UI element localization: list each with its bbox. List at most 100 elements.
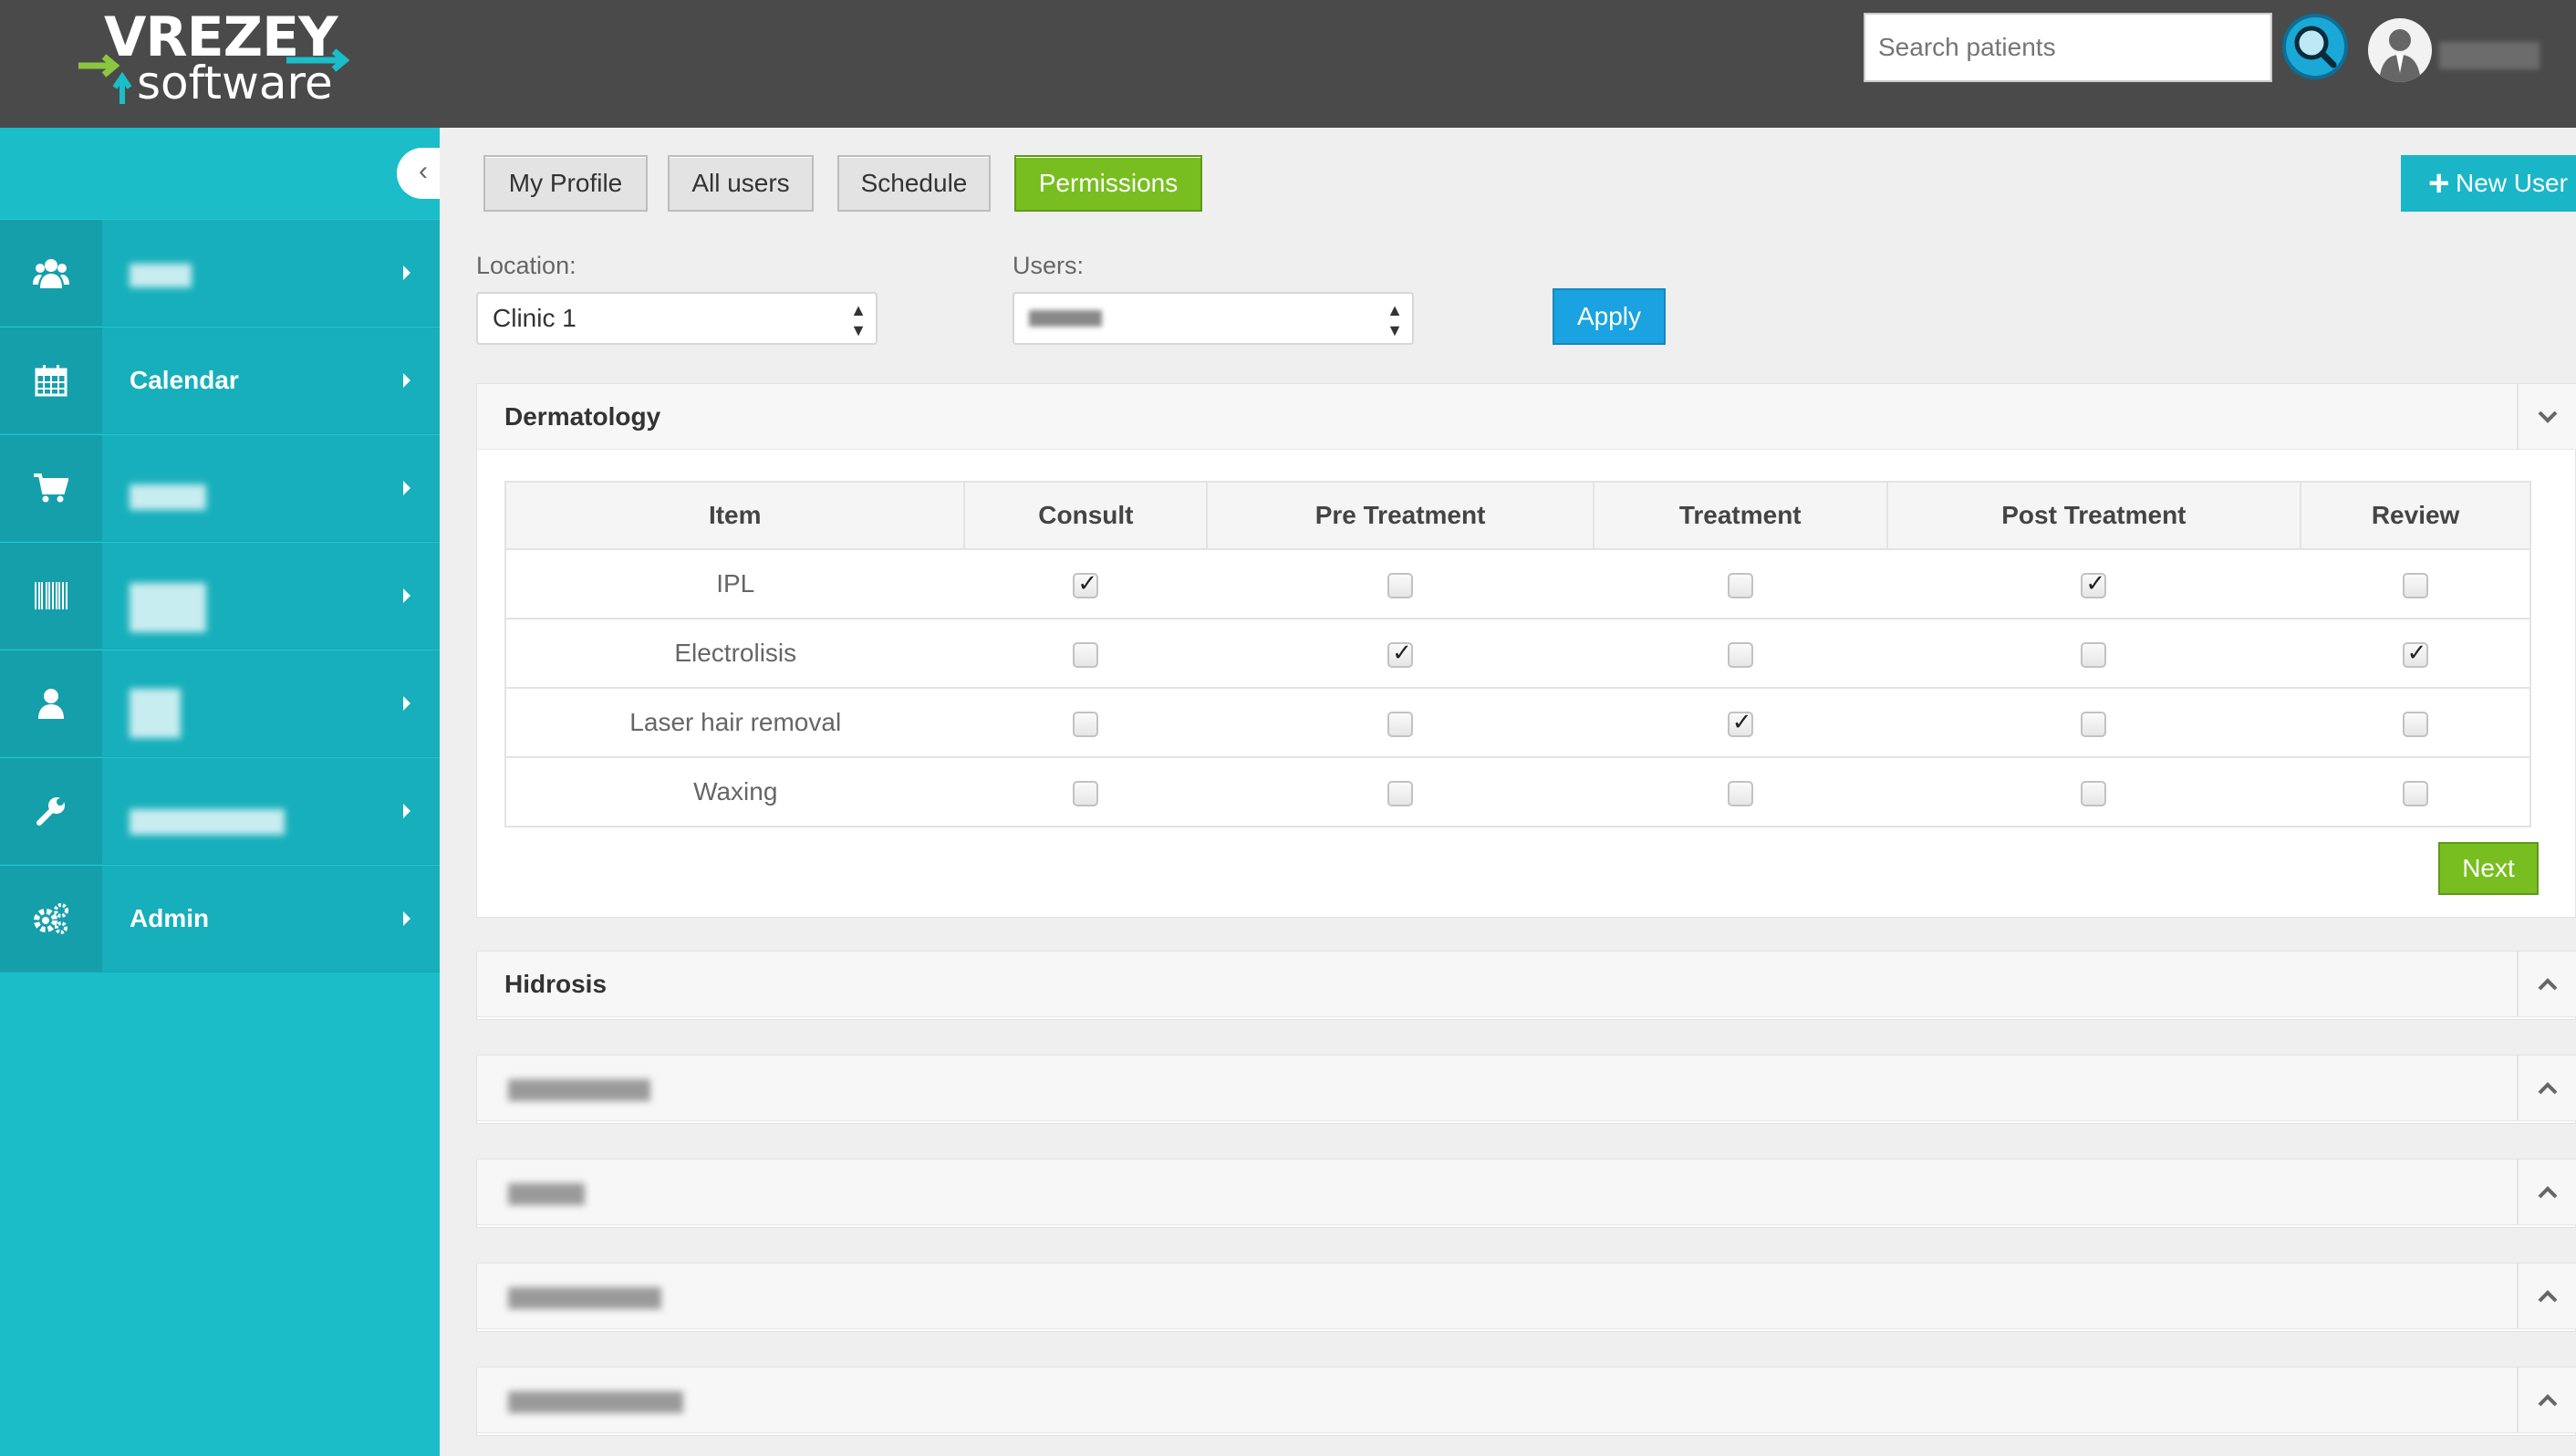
location-select[interactable]: Clinic 1 ▲ ▼ [476,292,878,345]
plus-icon: + [2428,163,2450,203]
chevron-up-icon [2538,1082,2558,1095]
top-bar: VREZEY software [0,0,2576,128]
panel-header[interactable] [477,1368,2576,1433]
permission-checkbox[interactable] [1073,570,1099,598]
sidebar-item-shop[interactable] [0,434,440,542]
sidebar: ‹ Calendar Admin [0,128,444,1456]
column-header: Treatment [1593,482,1888,550]
sidebar-item-patients[interactable] [0,219,440,327]
permission-checkbox[interactable] [1073,711,1099,737]
panel-toggle-button[interactable] [2517,384,2576,450]
table-row: Waxing [505,757,2530,827]
panel-header[interactable] [477,1264,2576,1329]
search-button[interactable] [2282,14,2348,79]
sidebar-item-label: Admin [130,904,210,932]
permission-checkbox[interactable] [2081,780,2107,806]
panel-toggle-button[interactable] [2517,1056,2576,1121]
cart-icon [0,435,102,541]
wrench-icon [0,758,102,864]
permission-checkbox[interactable] [1727,709,1753,737]
item-name: IPL [505,549,965,619]
permission-checkbox[interactable] [2081,641,2107,668]
item-name: Waxing [693,777,778,806]
panel-header[interactable]: Hidrosis [477,952,2576,1017]
permissions-table: Item Consult Pre Treatment Treatment Pos… [504,481,2531,827]
next-button[interactable]: Next [2438,842,2539,895]
panel-toggle-button[interactable] [2517,1264,2576,1329]
sidebar-nav: Calendar Admin [0,219,440,972]
caret-right-icon [403,804,410,818]
sidebar-item-staff[interactable] [0,650,440,757]
new-user-button[interactable]: + New User [2401,155,2576,212]
column-header: Review [2301,482,2530,550]
panel-hidrosis: Hidrosis [476,951,2576,1020]
panel-header[interactable] [477,1160,2576,1225]
users-label: Users: [1013,252,1085,279]
tab-my-profile[interactable]: My Profile [483,155,648,212]
calendar-icon [0,328,102,433]
chevron-up-icon [2538,1186,2558,1199]
permission-checkbox[interactable] [1387,711,1414,737]
permission-checkbox[interactable] [2402,711,2428,737]
panel-dermatology: Dermatology Item Consult Pre Treatment T… [476,383,2576,918]
item-name: Laser hair removal [505,688,965,758]
sidebar-item-label-redacted [130,484,206,510]
item-name: Electrolisis [505,619,965,689]
permission-checkbox[interactable] [1727,572,1753,598]
location-value: Clinic 1 [493,304,576,332]
table-row: Laser hair removal [505,688,2530,758]
permission-checkbox[interactable] [1387,572,1414,598]
permission-checkbox[interactable] [2402,780,2428,806]
caret-right-icon [403,481,410,495]
panel-header[interactable]: Dermatology [477,384,2576,450]
sidebar-item-admin[interactable]: Admin [0,865,440,972]
panel-header[interactable] [477,1056,2576,1121]
caret-right-icon [403,588,410,603]
sidebar-item-label-redacted [130,809,285,835]
panel-collapsed [476,1367,2576,1436]
tab-schedule[interactable]: Schedule [837,155,991,212]
magnifier-icon [2294,26,2337,68]
permission-checkbox[interactable] [2081,711,2107,737]
users-select[interactable]: ▲ ▼ [1013,292,1414,345]
panel-toggle-button[interactable] [2517,1368,2576,1433]
select-arrows-icon: ▲ ▼ [1387,301,1403,339]
permission-checkbox[interactable] [1073,780,1099,806]
tab-all-users[interactable]: All users [668,155,814,212]
permission-checkbox[interactable] [1727,641,1753,668]
apply-button[interactable]: Apply [1553,288,1666,345]
caret-right-icon [403,373,410,388]
permission-checkbox[interactable] [1727,780,1753,806]
sidebar-item-calendar[interactable]: Calendar [0,327,440,434]
users-value-redacted [1029,310,1102,327]
sidebar-item-tools[interactable] [0,757,440,865]
permission-checkbox[interactable] [1073,641,1099,668]
sidebar-item-label: Calendar [130,366,239,394]
location-label: Location: [476,252,576,279]
user-icon [0,650,102,756]
permission-checkbox[interactable] [2081,570,2107,598]
app-logo[interactable]: VREZEY software [77,5,350,113]
permission-checkbox[interactable] [2402,640,2428,668]
search-patients-input[interactable] [1864,13,2272,82]
chevron-up-icon [2538,978,2558,991]
caret-right-icon [403,911,410,926]
sidebar-item-inventory[interactable] [0,542,440,650]
barcode-icon [0,543,102,649]
panel-toggle-button[interactable] [2517,952,2576,1017]
logo-subtitle: software [137,57,333,109]
panel-title: Dermatology [504,402,661,431]
table-row: Electrolisis [505,619,2530,689]
table-row: IPL [505,549,2530,619]
user-avatar-button[interactable] [2368,18,2432,82]
permission-checkbox[interactable] [1387,640,1414,668]
panel-toggle-button[interactable] [2517,1160,2576,1225]
permission-checkbox[interactable] [1387,780,1414,806]
sidebar-collapse-button[interactable]: ‹ [397,148,444,199]
new-user-label: New User [2456,169,2568,197]
user-name [2439,42,2540,69]
permission-checkbox[interactable] [2402,572,2428,598]
panel-collapsed [476,1263,2576,1332]
panel-collapsed [476,1055,2576,1124]
tab-permissions[interactable]: Permissions [1014,155,1202,212]
